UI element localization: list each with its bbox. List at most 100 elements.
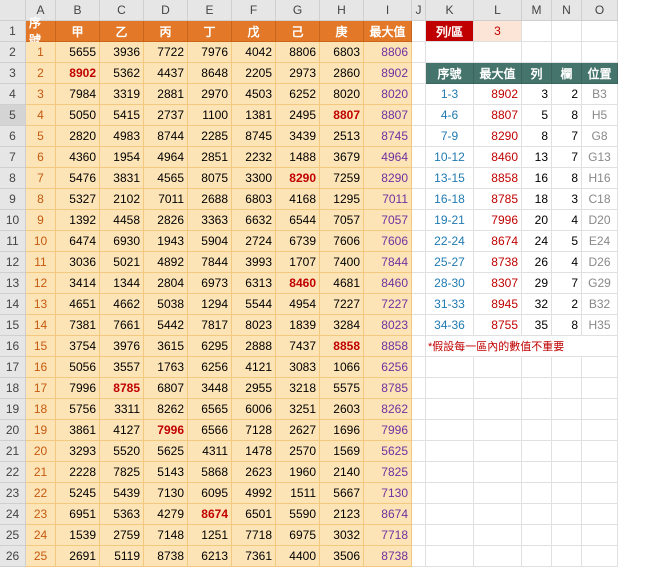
data-cell[interactable]: 5520 [100, 441, 144, 462]
data-cell[interactable]: 5575 [320, 378, 364, 399]
max-cell[interactable]: 8858 [364, 336, 412, 357]
data-cell[interactable]: 4437 [144, 63, 188, 84]
data-cell[interactable]: 8738 [144, 546, 188, 567]
max-cell[interactable]: 7057 [364, 210, 412, 231]
data-cell[interactable]: 3557 [100, 357, 144, 378]
result-row[interactable]: 5 [522, 105, 552, 126]
blank-cell[interactable] [412, 126, 426, 147]
row-header[interactable]: 3 [0, 63, 26, 84]
result-seq[interactable]: 34-36 [426, 315, 474, 336]
data-cell[interactable]: 5868 [188, 462, 232, 483]
data-cell[interactable]: 7128 [232, 420, 276, 441]
data-cell[interactable]: 8902 [56, 63, 100, 84]
blank-cell[interactable] [582, 420, 618, 441]
data-cell[interactable]: 4311 [188, 441, 232, 462]
data-cell[interactable]: 1696 [320, 420, 364, 441]
data-cell[interactable]: 7661 [100, 315, 144, 336]
blank-cell[interactable] [412, 420, 426, 441]
data-cell[interactable]: 8745 [232, 126, 276, 147]
max-cell[interactable]: 8020 [364, 84, 412, 105]
data-cell[interactable]: 1295 [320, 189, 364, 210]
data-cell[interactable]: 2973 [276, 63, 320, 84]
blank-cell[interactable] [412, 189, 426, 210]
data-cell[interactable]: 6632 [232, 210, 276, 231]
data-cell[interactable]: 7227 [320, 294, 364, 315]
data-cell[interactable]: 4168 [276, 189, 320, 210]
result-max[interactable]: 8807 [474, 105, 522, 126]
data-cell[interactable]: 6930 [100, 231, 144, 252]
data-cell[interactable]: 1539 [56, 525, 100, 546]
data-cell[interactable]: 1488 [276, 147, 320, 168]
seq-cell[interactable]: 2 [26, 63, 56, 84]
data-cell[interactable]: 4121 [232, 357, 276, 378]
blank-cell[interactable] [552, 504, 582, 525]
result-seq[interactable]: 13-15 [426, 168, 474, 189]
data-cell[interactable]: 4279 [144, 504, 188, 525]
data-cell[interactable]: 3506 [320, 546, 364, 567]
data-cell[interactable]: 3861 [56, 420, 100, 441]
row-header[interactable]: 22 [0, 462, 26, 483]
col-header[interactable]: F [232, 0, 276, 21]
data-cell[interactable]: 5756 [56, 399, 100, 420]
data-cell[interactable]: 3615 [144, 336, 188, 357]
result-seq[interactable]: 16-18 [426, 189, 474, 210]
result-max[interactable]: 8755 [474, 315, 522, 336]
max-cell[interactable]: 8290 [364, 168, 412, 189]
data-cell[interactable]: 7722 [144, 42, 188, 63]
result-row[interactable]: 20 [522, 210, 552, 231]
data-cell[interactable]: 2826 [144, 210, 188, 231]
data-cell[interactable]: 5327 [56, 189, 100, 210]
result-pos[interactable]: G8 [582, 126, 618, 147]
data-cell[interactable]: 2603 [320, 399, 364, 420]
blank-cell[interactable] [412, 231, 426, 252]
data-cell[interactable]: 2881 [144, 84, 188, 105]
result-pos[interactable]: H16 [582, 168, 618, 189]
blank-cell[interactable] [582, 441, 618, 462]
result-col[interactable]: 5 [552, 231, 582, 252]
blank-cell[interactable] [552, 483, 582, 504]
blank-cell[interactable] [522, 21, 552, 42]
seq-cell[interactable]: 19 [26, 420, 56, 441]
seq-cell[interactable]: 21 [26, 462, 56, 483]
result-col[interactable]: 7 [552, 147, 582, 168]
blank-cell[interactable] [474, 525, 522, 546]
data-cell[interactable]: 8290 [276, 168, 320, 189]
col-header[interactable]: J [412, 0, 426, 21]
result-row[interactable]: 24 [522, 231, 552, 252]
blank-cell[interactable] [552, 42, 582, 63]
blank-cell[interactable] [412, 357, 426, 378]
data-cell[interactable]: 1839 [276, 315, 320, 336]
data-cell[interactable]: 4360 [56, 147, 100, 168]
result-row[interactable]: 8 [522, 126, 552, 147]
data-cell[interactable]: 1381 [232, 105, 276, 126]
blank-cell[interactable] [412, 525, 426, 546]
blank-cell[interactable] [552, 525, 582, 546]
data-cell[interactable]: 6975 [276, 525, 320, 546]
data-cell[interactable]: 5050 [56, 105, 100, 126]
blank-cell[interactable] [522, 546, 552, 567]
seq-cell[interactable]: 4 [26, 105, 56, 126]
k1-value[interactable]: 3 [474, 21, 522, 42]
blank-cell[interactable] [412, 168, 426, 189]
data-cell[interactable]: 7130 [144, 483, 188, 504]
col-header[interactable]: E [188, 0, 232, 21]
result-row[interactable]: 32 [522, 294, 552, 315]
data-cell[interactable]: 3936 [100, 42, 144, 63]
data-cell[interactable]: 5021 [100, 252, 144, 273]
blank-cell[interactable] [474, 483, 522, 504]
data-cell[interactable]: 3284 [320, 315, 364, 336]
blank-cell[interactable] [412, 84, 426, 105]
data-cell[interactable]: 1511 [276, 483, 320, 504]
row-header[interactable]: 19 [0, 399, 26, 420]
data-cell[interactable]: 7148 [144, 525, 188, 546]
data-cell[interactable]: 2888 [232, 336, 276, 357]
data-cell[interactable]: 3754 [56, 336, 100, 357]
data-cell[interactable]: 5590 [276, 504, 320, 525]
row-header[interactable]: 10 [0, 210, 26, 231]
max-cell[interactable]: 7996 [364, 420, 412, 441]
seq-cell[interactable]: 12 [26, 273, 56, 294]
result-max[interactable]: 8902 [474, 84, 522, 105]
result-pos[interactable]: H35 [582, 315, 618, 336]
seq-cell[interactable]: 15 [26, 336, 56, 357]
max-cell[interactable]: 8745 [364, 126, 412, 147]
